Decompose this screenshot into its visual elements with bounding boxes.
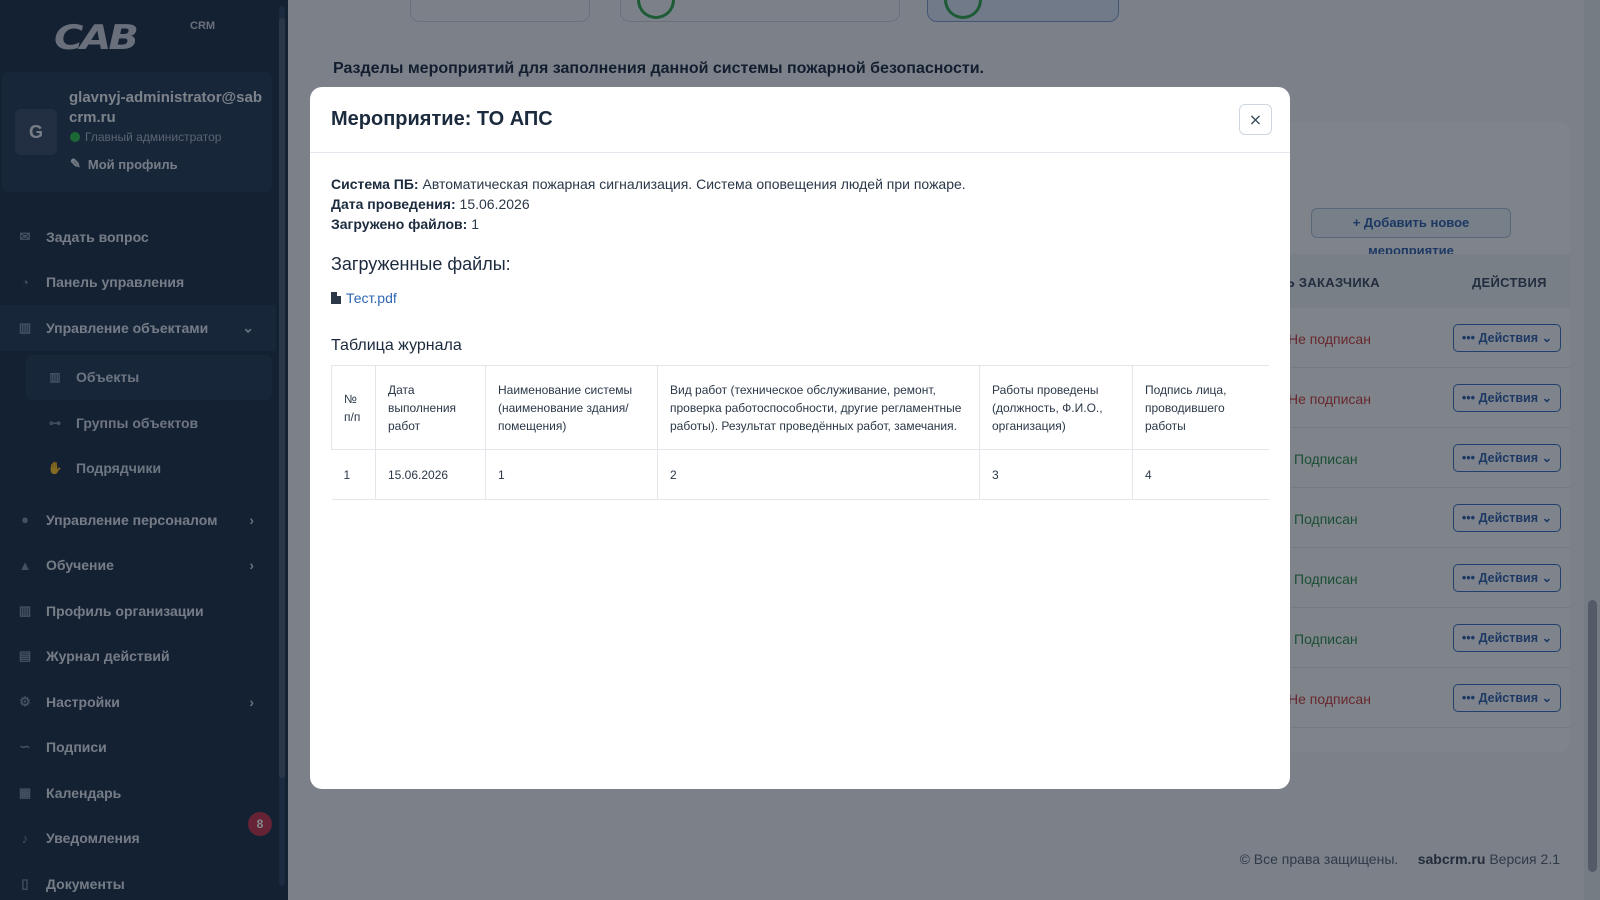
- event-modal: Мероприятие: ТО АПС × Система ПБ: Автома…: [310, 87, 1290, 789]
- journal-cell: 15.06.2026: [375, 449, 486, 500]
- system-value: Автоматическая пожарная сигнализация. Си…: [422, 176, 966, 192]
- journal-header-cell: Дата выполнения работ: [375, 365, 486, 450]
- journal-row: 1 15.06.2026 1 2 3 4: [331, 449, 1269, 500]
- journal-header-cell: Вид работ (техническое обслуживание, рем…: [657, 365, 980, 450]
- journal-cell: 1: [331, 449, 376, 500]
- journal-cell: 1: [485, 449, 658, 500]
- date-value: 15.06.2026: [459, 196, 530, 212]
- journal-title: Таблица журнала: [331, 337, 462, 354]
- journal-table: № п/п Дата выполнения работ Наименование…: [331, 365, 1269, 500]
- file-icon: [331, 292, 341, 304]
- journal-header-cell: Наименование системы (наименование здани…: [485, 365, 658, 450]
- files-count-value: 1: [471, 216, 479, 232]
- system-row: Система ПБ: Автоматическая пожарная сигн…: [331, 174, 966, 194]
- uploaded-files-title: Загруженные файлы:: [331, 254, 511, 274]
- journal-header-cell: Подпись лица, проводившего работы: [1132, 365, 1269, 450]
- file-name[interactable]: Тест.pdf: [346, 290, 397, 306]
- modal-title: Мероприятие: ТО АПС: [331, 108, 553, 130]
- files-count-label: Загружено файлов:: [331, 216, 468, 232]
- close-button[interactable]: ×: [1239, 104, 1272, 135]
- journal-header-cell: Работы проведены (должность, Ф.И.О., орг…: [979, 365, 1133, 450]
- system-label: Система ПБ:: [331, 176, 419, 192]
- event-info: Система ПБ: Автоматическая пожарная сигн…: [331, 174, 966, 234]
- date-row: Дата проведения: 15.06.2026: [331, 194, 966, 214]
- journal-cell: 3: [979, 449, 1133, 500]
- journal-cell: 2: [657, 449, 980, 500]
- file-link[interactable]: Тест.pdf: [331, 290, 397, 306]
- journal-header-row: № п/п Дата выполнения работ Наименование…: [331, 365, 1269, 450]
- journal-cell: 4: [1132, 449, 1269, 500]
- files-count-row: Загружено файлов: 1: [331, 214, 966, 234]
- modal-header: Мероприятие: ТО АПС ×: [310, 87, 1290, 153]
- date-label: Дата проведения:: [331, 196, 456, 212]
- journal-header-cell: № п/п: [331, 365, 376, 450]
